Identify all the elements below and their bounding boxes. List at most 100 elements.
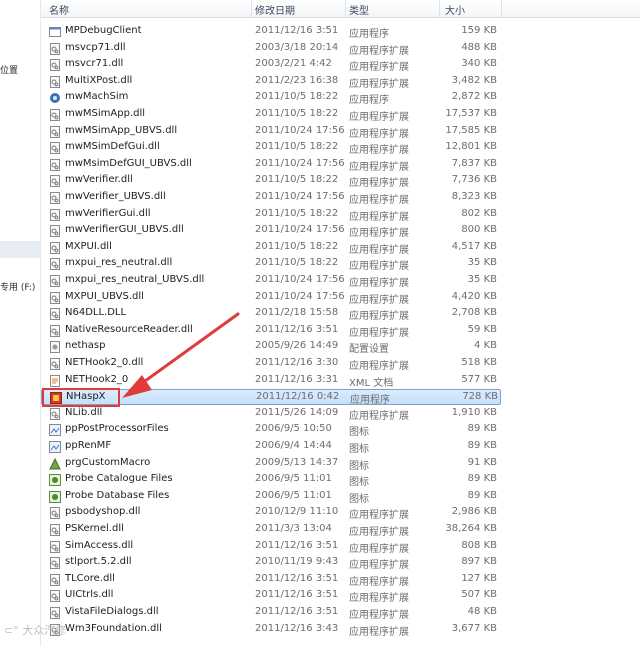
file-row[interactable]: N64DLL.DLL 2011/2/18 15:58 应用程序扩展 2,708 KB	[41, 306, 501, 322]
watermark: ⊂° 大众汽修	[4, 622, 66, 638]
column-divider[interactable]	[345, 0, 346, 17]
file-size: 48 KB	[467, 606, 497, 617]
file-size: 518 KB	[461, 357, 497, 368]
dll-icon	[49, 225, 61, 237]
file-type: 应用程序扩展	[349, 46, 409, 57]
dll-icon	[49, 209, 61, 221]
file-row[interactable]: prgCustomMacro 2009/5/13 14:37 图标 91 KB	[41, 456, 501, 472]
file-row[interactable]: mwVerifierGui.dll 2011/10/5 18:22 应用程序扩展 80…	[41, 207, 501, 223]
file-row[interactable]: Probe Database Files 2006/9/5 11:01 图标 89 K…	[41, 489, 501, 505]
dll-icon	[49, 258, 61, 270]
file-row[interactable]: NETHook2_0 2011/12/16 3:31 XML 文档 577 KB	[41, 373, 501, 389]
file-name: nethasp	[65, 340, 106, 351]
column-divider[interactable]	[251, 0, 252, 17]
file-name: mwVerifierGUI_UBVS.dll	[65, 224, 184, 235]
file-row[interactable]: NETHook2_0.dll 2011/12/16 3:30 应用程序扩展 518 K…	[41, 356, 501, 372]
file-size: 802 KB	[461, 208, 497, 219]
file-row[interactable]: PSKernel.dll 2011/3/3 13:04 应用程序扩展 38,264 K…	[41, 522, 501, 538]
file-row[interactable]: msvcr71.dll 2003/2/21 4:42 应用程序扩展 340 KB	[41, 57, 501, 73]
file-size: 4,517 KB	[451, 241, 497, 252]
file-size: 89 KB	[467, 490, 497, 501]
file-date: 2011/12/16 3:31	[255, 374, 339, 385]
file-type: 应用程序扩展	[349, 560, 409, 571]
file-size: 89 KB	[467, 423, 497, 434]
file-row[interactable]: MXPUI_UBVS.dll 2011/10/24 17:56 应用程序扩展 4,42…	[41, 290, 501, 306]
file-size: 1,910 KB	[451, 407, 497, 418]
dll-icon	[49, 557, 61, 569]
file-row[interactable]: Probe Catalogue Files 2006/9/5 11:01 图标 89 …	[41, 472, 501, 488]
file-row[interactable]: mwVerifier.dll 2011/10/5 18:22 应用程序扩展 7,736…	[41, 173, 501, 189]
file-date: 2011/10/5 18:22	[255, 208, 339, 219]
annotation-highlight-box	[42, 388, 120, 407]
file-row[interactable]: ppPostProcessorFiles 2006/9/5 10:50 图标 89 K…	[41, 422, 501, 438]
column-type-header[interactable]: 类型	[349, 2, 369, 17]
file-row[interactable]: mxpui_res_neutral_UBVS.dll 2011/10/24 17:…	[41, 273, 501, 289]
dll-icon	[49, 308, 61, 320]
file-row[interactable]: VistaFileDialogs.dll 2011/12/16 3:51 应用程序扩…	[41, 605, 501, 621]
file-name: MXPUI.dll	[65, 241, 112, 252]
file-row[interactable]: mxpui_res_neutral.dll 2011/10/5 18:22 应用程序…	[41, 256, 501, 272]
nav-item-location[interactable]: 位置	[0, 63, 18, 76]
file-date: 2011/10/5 18:22	[255, 91, 339, 102]
file-size: 35 KB	[467, 274, 497, 285]
dll-icon	[49, 109, 61, 121]
file-row[interactable]: nethasp 2005/9/26 14:49 配置设置 4 KB	[41, 339, 501, 355]
dll-icon	[49, 524, 61, 536]
file-row[interactable]: MultiXPost.dll 2011/2/23 16:38 应用程序扩展 3,482…	[41, 74, 501, 90]
file-name: TLCore.dll	[65, 573, 115, 584]
file-row[interactable]: Wm3Foundation.dll 2011/12/16 3:43 应用程序扩展 3,…	[41, 622, 501, 638]
file-type: 应用程序扩展	[349, 112, 409, 123]
file-date: 2011/10/5 18:22	[255, 108, 339, 119]
file-row[interactable]: psbodyshop.dll 2010/12/9 11:10 应用程序扩展 2,986…	[41, 505, 501, 521]
file-size: 159 KB	[461, 25, 497, 36]
file-size: 340 KB	[461, 58, 497, 69]
file-row[interactable]: mwVerifier_UBVS.dll 2011/10/24 17:56 应用程序扩…	[41, 190, 501, 206]
file-type: 图标	[349, 461, 369, 472]
file-type: 配置设置	[349, 344, 389, 355]
file-row[interactable]: NLib.dll 2011/5/26 14:09 应用程序扩展 1,910 KB	[41, 406, 501, 422]
file-row[interactable]: SimAccess.dll 2011/12/16 3:51 应用程序扩展 808 KB	[41, 539, 501, 555]
watermark-text: 大众汽修	[22, 624, 67, 637]
file-date: 2011/12/16 0:42	[256, 391, 340, 402]
file-date: 2011/12/16 3:51	[255, 589, 339, 600]
file-name: PSKernel.dll	[65, 523, 124, 534]
file-date: 2011/10/24 17:56	[255, 291, 345, 302]
file-type: 应用程序扩展	[349, 577, 409, 588]
file-row[interactable]: TLCore.dll 2011/12/16 3:51 应用程序扩展 127 KB	[41, 572, 501, 588]
file-date: 2011/2/23 16:38	[255, 75, 339, 86]
file-row[interactable]: mwMsimDefGUI_UBVS.dll 2011/10/24 17:56 应用程…	[41, 157, 501, 173]
file-type: 应用程序	[350, 395, 390, 406]
column-date-header[interactable]: 修改日期	[255, 2, 295, 17]
file-row[interactable]: msvcp71.dll 2003/3/18 20:14 应用程序扩展 488 KB	[41, 41, 501, 57]
file-type: 应用程序扩展	[349, 261, 409, 272]
file-date: 2011/10/24 17:56	[255, 274, 345, 285]
column-size-header[interactable]: 大小	[445, 2, 465, 17]
file-size: 38,264 KB	[445, 523, 497, 534]
file-row[interactable]: NativeResourceReader.dll 2011/12/16 3:51 应…	[41, 323, 501, 339]
file-date: 2005/9/26 14:49	[255, 340, 339, 351]
file-row[interactable]: MPDebugClient 2011/12/16 3:51 应用程序 159 KB	[41, 24, 501, 40]
file-row[interactable]: MXPUI.dll 2011/10/5 18:22 应用程序扩展 4,517 KB	[41, 240, 501, 256]
file-row[interactable]: stlport.5.2.dll 2010/11/19 9:43 应用程序扩展 897 …	[41, 555, 501, 571]
file-row[interactable]: UICtrls.dll 2011/12/16 3:51 应用程序扩展 507 KB	[41, 588, 501, 604]
nav-item-drive-f[interactable]: 专用 (F:)	[0, 280, 35, 293]
file-row[interactable]: mwVerifierGUI_UBVS.dll 2011/10/24 17:56 应用…	[41, 223, 501, 239]
column-divider[interactable]	[501, 0, 502, 17]
file-name: stlport.5.2.dll	[65, 556, 132, 567]
file-size: 91 KB	[467, 457, 497, 468]
file-date: 2009/5/13 14:37	[255, 457, 339, 468]
file-row[interactable]: mwMachSim 2011/10/5 18:22 应用程序 2,872 KB	[41, 90, 501, 106]
file-row[interactable]: mwMSimApp.dll 2011/10/5 18:22 应用程序扩展 17,537…	[41, 107, 501, 123]
file-type: 图标	[349, 444, 369, 455]
file-name: VistaFileDialogs.dll	[65, 606, 159, 617]
column-name-header[interactable]: 名称	[49, 2, 69, 17]
dll-icon	[49, 325, 61, 337]
file-name: mwMSimApp_UBVS.dll	[65, 125, 178, 136]
file-row[interactable]: mwMSimDefGui.dll 2011/10/5 18:22 应用程序扩展 12,…	[41, 140, 501, 156]
file-size: 3,482 KB	[451, 75, 497, 86]
column-divider[interactable]	[439, 0, 440, 17]
file-row[interactable]: mwMSimApp_UBVS.dll 2011/10/24 17:56 应用程序扩展…	[41, 124, 501, 140]
file-size: 728 KB	[462, 391, 498, 402]
file-row[interactable]: ppRenMF 2006/9/4 14:44 图标 89 KB	[41, 439, 501, 455]
file-date: 2006/9/5 10:50	[255, 423, 332, 434]
